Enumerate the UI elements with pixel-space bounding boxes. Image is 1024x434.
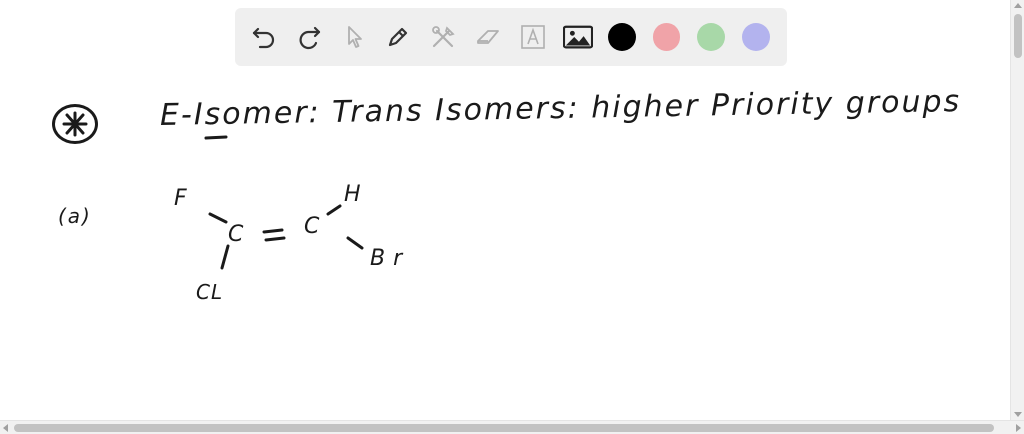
part-label: (a) xyxy=(58,204,92,228)
atom-carbon-left: C xyxy=(228,222,245,247)
whiteboard-canvas[interactable]: E-Isomer: Trans Isomers: higher Priority… xyxy=(0,0,1010,420)
vertical-scrollbar[interactable] xyxy=(1010,0,1024,420)
scroll-down-arrow-icon[interactable] xyxy=(1014,412,1022,417)
scroll-up-arrow-icon[interactable] xyxy=(1014,3,1022,8)
atom-chlorine: CL xyxy=(196,280,224,304)
scroll-left-arrow-icon[interactable] xyxy=(3,424,8,432)
scroll-right-arrow-icon[interactable] xyxy=(1016,424,1021,432)
atom-hydrogen: H xyxy=(344,182,362,207)
atom-bromine: Br xyxy=(370,246,411,271)
horizontal-scroll-thumb[interactable] xyxy=(14,424,994,432)
vertical-scroll-thumb[interactable] xyxy=(1014,14,1022,58)
handwriting-strokes xyxy=(62,111,364,270)
atom-fluorine: F xyxy=(174,186,188,211)
horizontal-scrollbar[interactable] xyxy=(0,420,1024,434)
atom-carbon-right: C xyxy=(304,214,321,239)
